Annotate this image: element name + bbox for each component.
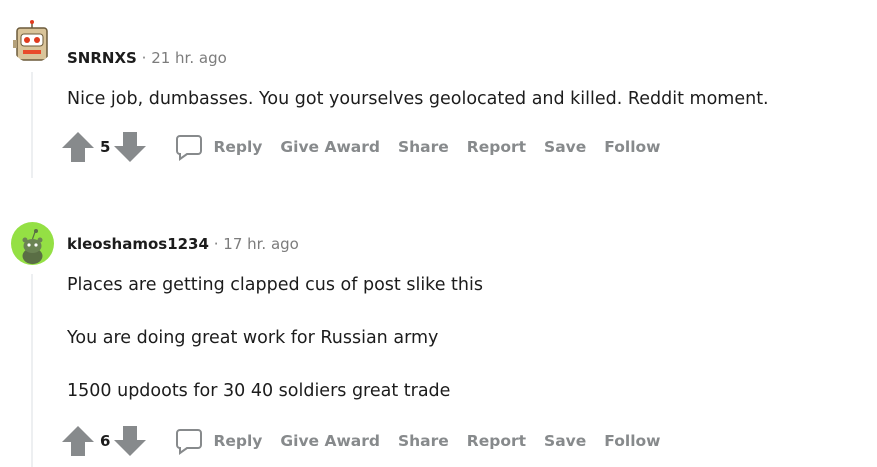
robot-avatar-icon: [13, 20, 48, 61]
comment-paragraph: Places are getting clapped cus of post s…: [67, 275, 483, 295]
save-button[interactable]: Save: [544, 432, 586, 450]
vote-controls: 5: [60, 129, 148, 165]
comment-meta: kleoshamos1234 · 17 hr. ago: [67, 235, 299, 253]
comment-meta: SNRNXS · 21 hr. ago: [67, 49, 227, 67]
vote-controls: 6: [60, 423, 148, 459]
downvote-arrow-icon[interactable]: [112, 423, 148, 459]
comment: kleoshamos1234 · 17 hr. ago Places are g…: [0, 218, 877, 467]
share-button[interactable]: Share: [398, 138, 449, 156]
reply-button[interactable]: Reply: [175, 427, 262, 455]
user-avatar[interactable]: [11, 222, 54, 265]
comment-bubble-icon: [176, 135, 203, 161]
comment: SNRNXS · 21 hr. ago Nice job, dumbasses.…: [0, 0, 877, 190]
username-link[interactable]: SNRNXS: [67, 49, 137, 67]
vote-score: 6: [100, 432, 111, 450]
downvote-arrow-icon[interactable]: [112, 129, 148, 165]
comment-body: Nice job, dumbasses. You got yourselves …: [67, 86, 769, 112]
give-award-button[interactable]: Give Award: [280, 138, 380, 156]
comment-body: Places are getting clapped cus of post s…: [67, 272, 483, 404]
user-avatar[interactable]: [11, 20, 54, 63]
snoo-avatar-icon: [22, 229, 43, 264]
meta-separator: ·: [141, 49, 147, 67]
thread-line[interactable]: [31, 72, 33, 178]
vote-score: 5: [100, 138, 111, 156]
thread-line[interactable]: [31, 274, 33, 467]
timestamp[interactable]: 21 hr. ago: [151, 49, 227, 67]
reply-label: Reply: [213, 432, 263, 450]
give-award-button[interactable]: Give Award: [280, 432, 380, 450]
reply-label: Reply: [213, 138, 263, 156]
comment-bubble-icon: [176, 429, 203, 455]
username-link[interactable]: kleoshamos1234: [67, 235, 209, 253]
timestamp[interactable]: 17 hr. ago: [223, 235, 299, 253]
comment-actions: 6 Reply Give Award Share Report Save Fol…: [60, 421, 661, 461]
share-button[interactable]: Share: [398, 432, 449, 450]
follow-button[interactable]: Follow: [604, 432, 660, 450]
meta-separator: ·: [213, 235, 219, 253]
comment-paragraph: You are doing great work for Russian arm…: [67, 328, 439, 348]
upvote-arrow-icon[interactable]: [60, 129, 96, 165]
upvote-arrow-icon[interactable]: [60, 423, 96, 459]
comment-actions: 5 Reply Give Award Share Report Save Fol…: [60, 127, 661, 167]
save-button[interactable]: Save: [544, 138, 586, 156]
comment-paragraph: Nice job, dumbasses. You got yourselves …: [67, 89, 769, 109]
reply-button[interactable]: Reply: [175, 133, 262, 161]
report-button[interactable]: Report: [467, 432, 526, 450]
comment-paragraph: 1500 updoots for 30 40 soldiers great tr…: [67, 381, 451, 401]
report-button[interactable]: Report: [467, 138, 526, 156]
follow-button[interactable]: Follow: [604, 138, 660, 156]
